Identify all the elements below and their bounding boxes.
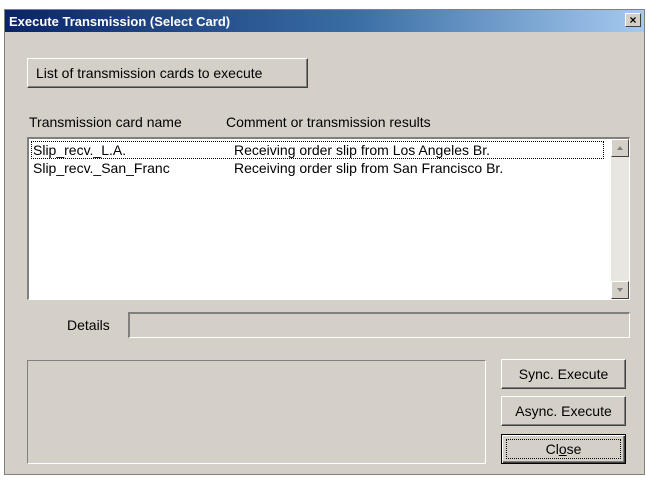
card-name: Slip_recv._San_Franc (33, 160, 170, 176)
async-execute-button[interactable]: Async. Execute (501, 396, 626, 426)
card-comment: Receiving order slip from San Francisco … (234, 160, 504, 176)
sync-execute-button[interactable]: Sync. Execute (501, 359, 626, 389)
details-field (128, 312, 630, 338)
result-panel (27, 360, 486, 464)
close-icon: × (629, 13, 637, 27)
list-item[interactable]: Slip_recv._San_Franc Receiving order sli… (31, 159, 604, 177)
close-label-end: se (566, 441, 582, 457)
vertical-scrollbar[interactable] (611, 139, 629, 299)
close-label-start: Cl (545, 441, 559, 457)
list-item[interactable]: Slip_recv._L.A. Receiving order slip fro… (31, 141, 604, 159)
details-label: Details (67, 317, 110, 333)
close-label-mnemonic: o (558, 441, 567, 457)
close-button[interactable]: Close (501, 434, 626, 464)
card-name: Slip_recv._L.A. (33, 142, 127, 158)
scroll-up-arrow-icon (617, 146, 623, 150)
dialog-window: Execute Transmission (Select Card) × Lis… (4, 9, 645, 475)
card-comment: Receiving order slip from Los Angeles Br… (234, 142, 491, 158)
title-bar[interactable]: Execute Transmission (Select Card) × (5, 10, 644, 32)
close-window-button[interactable]: × (625, 13, 641, 27)
scroll-down-button[interactable] (611, 281, 629, 299)
transmission-card-list[interactable]: Slip_recv._L.A. Receiving order slip fro… (27, 137, 630, 300)
scroll-up-button[interactable] (611, 139, 629, 157)
window-title: Execute Transmission (Select Card) (9, 14, 231, 29)
scroll-down-arrow-icon (617, 288, 623, 292)
column-header-card-name: Transmission card name (29, 114, 182, 130)
column-header-comment: Comment or transmission results (226, 114, 431, 130)
card-list-button[interactable]: List of transmission cards to execute (27, 58, 308, 88)
